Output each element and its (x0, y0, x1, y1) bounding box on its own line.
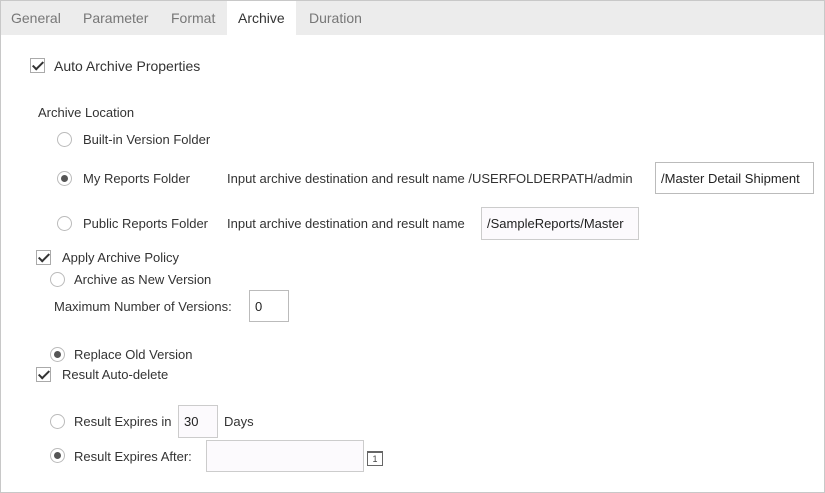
max-versions-label: Maximum Number of Versions: (54, 299, 232, 314)
auto-delete-checkbox[interactable] (36, 367, 51, 382)
public-reports-label: Public Reports Folder (83, 216, 208, 231)
calendar-icon[interactable]: 1 (367, 451, 383, 466)
auto-delete-label: Result Auto-delete (62, 367, 169, 382)
expires-after-radio[interactable] (50, 448, 65, 463)
public-reports-path-input[interactable] (481, 207, 639, 240)
new-version-label: Archive as New Version (74, 272, 212, 287)
archive-location-heading: Archive Location (38, 105, 135, 120)
builtin-folder-radio[interactable] (57, 132, 72, 147)
public-reports-radio[interactable] (57, 216, 72, 231)
tab-duration[interactable]: Duration (309, 1, 362, 35)
public-reports-hint: Input archive destination and result nam… (227, 216, 465, 231)
tab-bar: General Parameter Format Archive Duratio… (1, 1, 824, 35)
auto-archive-checkbox[interactable] (30, 58, 45, 73)
max-versions-input[interactable] (249, 290, 289, 322)
my-reports-path-input[interactable] (655, 162, 814, 194)
tab-general[interactable]: General (11, 1, 61, 35)
replace-version-radio[interactable] (50, 347, 65, 362)
builtin-folder-label: Built-in Version Folder (83, 132, 211, 147)
expires-after-label: Result Expires After: (74, 449, 192, 464)
my-reports-hint: Input archive destination and result nam… (227, 171, 633, 186)
my-reports-radio[interactable] (57, 171, 72, 186)
replace-version-label: Replace Old Version (74, 347, 193, 362)
tab-parameter[interactable]: Parameter (83, 1, 148, 35)
archive-policy-label: Apply Archive Policy (62, 250, 180, 265)
expires-in-label: Result Expires in (74, 414, 172, 429)
expires-in-days-input[interactable] (178, 405, 218, 438)
tab-format[interactable]: Format (171, 1, 215, 35)
auto-archive-label: Auto Archive Properties (54, 58, 201, 74)
days-unit-label: Days (224, 414, 254, 429)
new-version-radio[interactable] (50, 272, 65, 287)
tab-archive[interactable]: Archive (227, 1, 296, 35)
archive-policy-checkbox[interactable] (36, 250, 51, 265)
my-reports-label: My Reports Folder (83, 171, 190, 186)
expires-after-date-input[interactable] (206, 440, 364, 472)
expires-in-radio[interactable] (50, 414, 65, 429)
